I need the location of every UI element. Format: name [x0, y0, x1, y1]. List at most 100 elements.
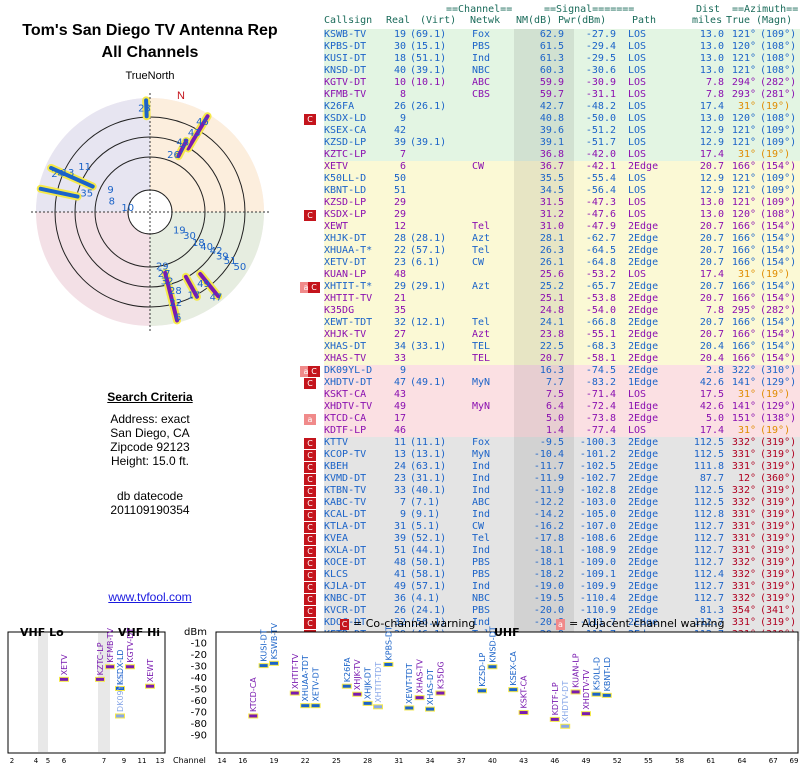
- cell-path: LOS: [628, 29, 647, 40]
- table-row: XHAS-DT 34 (33.1) TEL 22.5 -68.3 2Edge 20.4 166°…: [324, 341, 800, 353]
- cell-netwk: CW: [472, 521, 485, 532]
- cell-callsign: KCOP-TV: [324, 449, 367, 460]
- polar-channel-label: 46: [196, 117, 209, 128]
- cell-virt: (24.1): [410, 605, 447, 616]
- polar-channel-label: 17: [188, 291, 201, 302]
- cell-netwk: PBS: [472, 41, 491, 52]
- cell-nm: 7.7: [545, 377, 564, 388]
- spectrum-bar-label: KZTC-LP: [96, 642, 105, 675]
- cell-virt: (39.1): [410, 65, 447, 76]
- db-tick-label: -50: [191, 685, 207, 696]
- tvfool-link[interactable]: www.tvfool.com: [0, 590, 300, 604]
- cell-true: 166°: [731, 221, 756, 232]
- table-row: KXLA-DT 51 (44.1) Ind -18.1 -108.9 2Edge 112.7 3…: [324, 545, 800, 557]
- cell-pwr: -29.5: [585, 53, 616, 64]
- cell-miles: 17.4: [699, 101, 724, 112]
- cell-magn: (154°): [760, 245, 797, 256]
- cell-miles: 12.9: [699, 137, 724, 148]
- cell-real: 24: [393, 461, 406, 472]
- cell-pwr: -42.1: [585, 161, 616, 172]
- cell-magn: (319°): [760, 545, 797, 556]
- cell-true: 31°: [737, 149, 756, 160]
- cell-callsign: KZSD-LP: [324, 137, 367, 148]
- cell-callsign: KSDX-LP: [324, 209, 367, 220]
- polar-channel-label: 6: [175, 313, 181, 324]
- cell-callsign: KTLA-DT: [324, 521, 367, 532]
- cell-magn: (19°): [760, 101, 791, 112]
- cell-real: 26: [393, 101, 406, 112]
- table-row: XHDTV-DT 47 (49.1) MyN 7.7 -83.2 1Edge 42.6 141°…: [324, 377, 800, 389]
- cell-path: LOS: [628, 269, 647, 280]
- cell-real: 31: [393, 521, 406, 532]
- cell-magn: (154°): [760, 161, 797, 172]
- channel-tick-label: 9: [122, 757, 126, 765]
- cell-nm: 23.8: [539, 329, 564, 340]
- table-row: K50LL-D 50 35.5 -55.4 LOS 12.9 121° (109°): [324, 173, 800, 185]
- dbm-axis-label: dBm: [184, 627, 207, 638]
- header-group-azimuth: ==Azimuth==: [732, 4, 799, 15]
- spectrum-bar: [116, 714, 124, 718]
- spectrum-bar: [405, 706, 414, 710]
- cell-true: 354°: [731, 605, 756, 616]
- spectrum-bar: [126, 665, 134, 669]
- table-row: XHTIT-TV 21 25.1 -53.8 2Edge 20.7 166° (154°): [324, 293, 800, 305]
- cell-netwk: TEL: [472, 353, 491, 364]
- cell-miles: 112.7: [693, 521, 724, 532]
- table-row: XETV 6 CW 36.7 -42.1 2Edge 20.7 166° (154°): [324, 161, 800, 173]
- cell-real: 7: [399, 497, 406, 508]
- polar-channel-label: 49: [197, 279, 210, 290]
- cell-miles: 112.7: [693, 533, 724, 544]
- polar-channel-label: 13: [62, 168, 75, 179]
- spectrum-bar-label: KPBS-DT: [384, 626, 393, 661]
- spectrum-bar-label: K35DG: [436, 661, 445, 689]
- spectrum-bar: [384, 662, 393, 666]
- cell-magn: (108°): [760, 41, 797, 52]
- cell-nm: -9.5: [539, 437, 564, 448]
- spectrum-bar: [249, 714, 258, 718]
- cell-true: 166°: [731, 233, 756, 244]
- cell-pwr: -64.8: [585, 257, 616, 268]
- cell-miles: 7.8: [705, 77, 724, 88]
- cell-miles: 112.7: [693, 545, 724, 556]
- cell-pwr: -54.0: [585, 305, 616, 316]
- cell-path: 2Edge: [628, 257, 659, 268]
- polar-channel-label: 9: [107, 185, 113, 196]
- cell-netwk: Tel: [472, 221, 491, 232]
- center-circle: [127, 189, 173, 235]
- spectrum-bar: [582, 712, 590, 716]
- polar-channel-label: 50: [234, 262, 247, 273]
- cell-real: 21: [393, 293, 406, 304]
- cell-real: 43: [393, 389, 406, 400]
- cell-real: 22: [393, 245, 406, 256]
- cell-magn: (109°): [760, 185, 797, 196]
- cell-miles: 42.6: [699, 401, 724, 412]
- cell-miles: 13.0: [699, 209, 724, 220]
- cell-callsign: DK09YL-D: [324, 365, 373, 376]
- cell-real: 28: [393, 233, 406, 244]
- cell-netwk: PBS: [472, 605, 491, 616]
- cell-virt: (5.1): [410, 521, 441, 532]
- cell-magn: (282°): [760, 305, 797, 316]
- cell-real: 39: [393, 137, 406, 148]
- cell-virt: (57.1): [410, 581, 447, 592]
- header-netwk: Netwk: [470, 15, 501, 26]
- cell-miles: 12.9: [699, 125, 724, 136]
- cell-path: LOS: [628, 53, 647, 64]
- cell-true: 332°: [731, 569, 756, 580]
- cell-miles: 111.8: [693, 461, 724, 472]
- cell-miles: 112.5: [693, 449, 724, 460]
- cell-callsign: KGTV-DT: [324, 77, 367, 88]
- channel-tick-label: 55: [644, 757, 653, 765]
- spectrum-bar: [436, 691, 445, 695]
- polar-channel-label: 47: [210, 292, 223, 303]
- cell-virt: (29.1): [410, 281, 447, 292]
- channel-tick-label: 7: [102, 757, 106, 765]
- cell-miles: 81.3: [699, 605, 724, 616]
- cell-real: 11: [393, 437, 406, 448]
- cell-netwk: MyN: [472, 401, 491, 412]
- cell-miles: 13.0: [699, 29, 724, 40]
- cell-miles: 7.8: [705, 89, 724, 100]
- cell-magn: (319°): [760, 461, 797, 472]
- cell-pwr: -53.8: [585, 293, 616, 304]
- cell-virt: (50.1): [410, 557, 447, 568]
